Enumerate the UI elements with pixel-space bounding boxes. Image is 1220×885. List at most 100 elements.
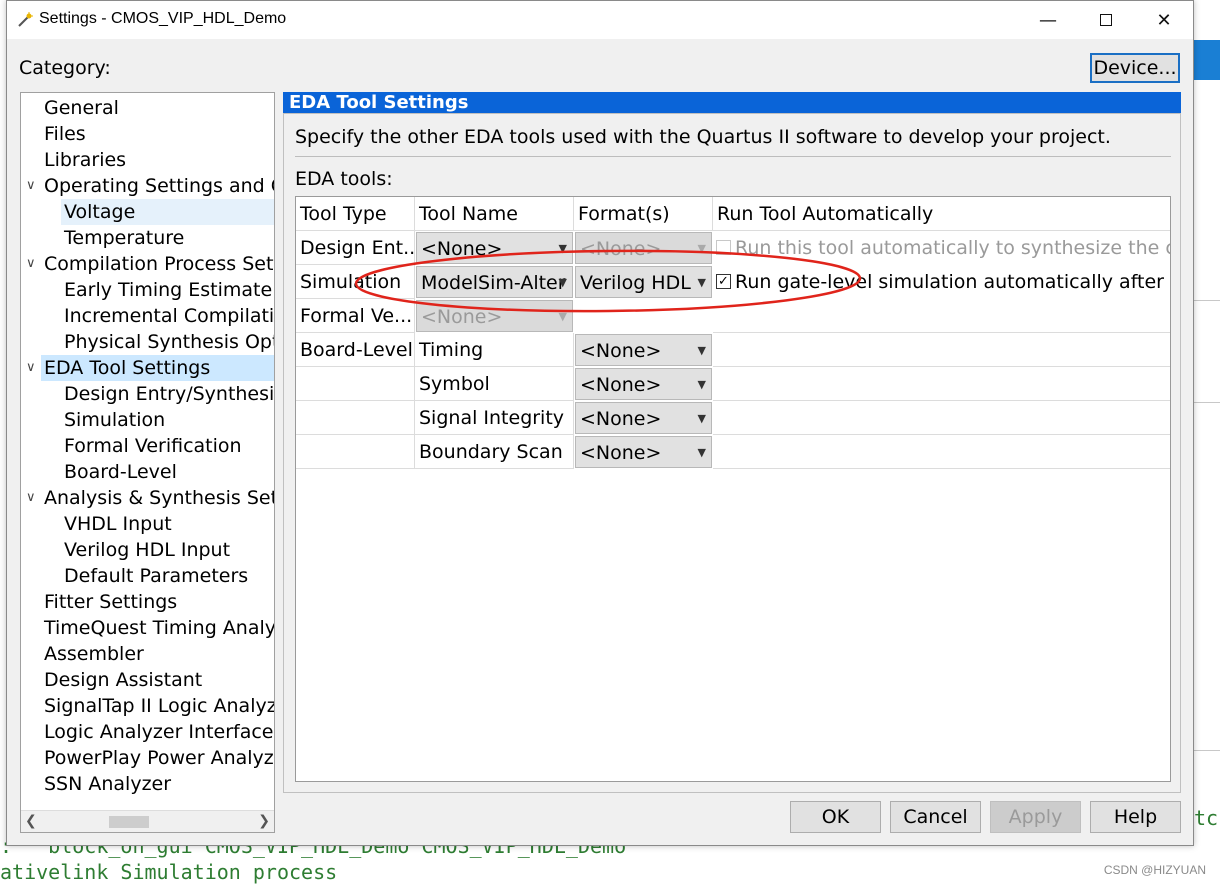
tree-item[interactable]: Temperature <box>61 225 274 251</box>
chevron-down-icon[interactable]: ∨ <box>26 491 38 504</box>
scroll-thumb[interactable] <box>109 816 149 828</box>
cancel-button[interactable]: Cancel <box>890 801 981 833</box>
design-entry-tool-value: <None> <box>421 238 503 260</box>
tree-item[interactable]: EDA Tool Settings <box>41 355 274 381</box>
settings-wand-icon <box>18 12 33 27</box>
tree-item-label: SSN Analyzer <box>44 773 172 795</box>
chevron-down-icon: ▼ <box>558 310 567 323</box>
design-entry-tool-select[interactable]: <None> ▼ <box>416 232 573 264</box>
simulation-tool-value: ModelSim-Alter <box>421 272 566 294</box>
chevron-down-icon[interactable]: ∨ <box>26 179 38 192</box>
board-boundary-scan-run-cell <box>713 435 1170 469</box>
column-header-run-tool: Run Tool Automatically <box>713 197 1170 231</box>
close-icon: ✕ <box>1156 9 1172 31</box>
maximize-button[interactable] <box>1077 1 1135 39</box>
board-symbol-run-cell <box>713 367 1170 401</box>
tree-item[interactable]: Files <box>41 121 274 147</box>
help-button[interactable]: Help <box>1090 801 1181 833</box>
chevron-down-icon: ▼ <box>697 242 706 255</box>
board-boundary-scan-format-select[interactable]: <None> ▼ <box>575 436 712 468</box>
tree-item-label: Design Assistant <box>44 669 203 691</box>
tree-item-label: PowerPlay Power Analyze <box>44 747 275 769</box>
tree-item[interactable]: Analysis & Synthesis Setti <box>41 485 274 511</box>
tree-item-label: Early Timing Estimate <box>64 279 273 301</box>
tree-item[interactable]: Verilog HDL Input <box>61 537 274 563</box>
tree-item-label: Logic Analyzer Interface <box>44 721 274 743</box>
tree-item-label: Incremental Compilatio <box>64 305 275 327</box>
tree-item[interactable]: VHDL Input <box>61 511 274 537</box>
close-button[interactable]: ✕ <box>1135 1 1193 39</box>
tree-item[interactable]: Simulation <box>61 407 274 433</box>
board-signal-integrity-format-select[interactable]: <None> ▼ <box>575 402 712 434</box>
board-signal-integrity-format-value: <None> <box>580 408 662 430</box>
check-icon: ✓ <box>718 274 729 289</box>
simulation-format-select[interactable]: Verilog HDL ▼ <box>575 266 712 298</box>
separator <box>295 156 1171 157</box>
chevron-down-icon: ▼ <box>558 242 567 255</box>
panel-header: EDA Tool Settings <box>283 92 1181 113</box>
console-line-edge: tc <box>1194 806 1219 830</box>
chevron-down-icon: ▼ <box>697 276 706 289</box>
tree-item-label: Design Entry/Synthesis <box>64 383 275 405</box>
tree-item[interactable]: General <box>41 95 274 121</box>
tree-item[interactable]: Early Timing Estimate <box>61 277 274 303</box>
tree-item[interactable]: Fitter Settings <box>41 589 274 615</box>
tree-item[interactable]: Default Parameters <box>61 563 274 589</box>
tree-item[interactable]: Formal Verification <box>61 433 274 459</box>
board-timing-format-value: <None> <box>580 340 662 362</box>
tree-item-label: Files <box>44 123 86 145</box>
tree-item[interactable]: Libraries <box>41 147 274 173</box>
category-tree[interactable]: ❮ ❯ General Files Libraries Operating Setti… <box>20 92 275 833</box>
tree-horizontal-scrollbar[interactable]: ❮ ❯ <box>21 810 274 832</box>
board-symbol-format-select[interactable]: <None> ▼ <box>575 368 712 400</box>
device-button[interactable]: Device... <box>1090 53 1180 83</box>
chevron-down-icon[interactable]: ∨ <box>26 257 38 270</box>
chevron-down-icon: ▼ <box>697 378 706 391</box>
row-board-level-type: Board-Level <box>296 333 415 367</box>
row-design-entry-type: Design Ent... <box>296 231 415 265</box>
tree-item[interactable]: Compilation Process Settin <box>41 251 274 277</box>
ok-button[interactable]: OK <box>790 801 881 833</box>
maximize-icon <box>1100 14 1112 26</box>
tree-item[interactable]: Design Entry/Synthesis <box>61 381 275 407</box>
tree-item-label: Simulation <box>64 409 166 431</box>
tree-item[interactable]: Assembler <box>41 641 274 667</box>
simulation-run-checkbox[interactable]: ✓ <box>716 274 731 289</box>
background-divider <box>1194 750 1220 751</box>
background-divider <box>1194 300 1220 301</box>
board-boundary-scan-format-value: <None> <box>580 442 662 464</box>
tree-item[interactable]: Design Assistant <box>41 667 274 693</box>
apply-button: Apply <box>990 801 1081 833</box>
background-accent-strip <box>1194 40 1220 80</box>
tree-item[interactable]: SignalTap II Logic Analyze <box>41 693 274 719</box>
board-timing-run-cell <box>713 333 1170 367</box>
background-divider <box>1194 402 1220 403</box>
board-timing-label: Timing <box>415 333 574 367</box>
tree-item[interactable]: Voltage <box>61 199 274 225</box>
window-title: Settings - CMOS_VIP_HDL_Demo <box>39 10 287 27</box>
tree-item[interactable]: Operating Settings and Co <box>41 173 274 199</box>
tree-item-label: Assembler <box>44 643 144 665</box>
scroll-left-icon[interactable]: ❮ <box>25 813 37 829</box>
row-board-level-spacer <box>296 367 415 401</box>
panel-description: Specify the other EDA tools used with th… <box>295 126 1111 148</box>
tree-item-label: Voltage <box>64 201 136 223</box>
tree-item[interactable]: SSN Analyzer <box>41 771 274 797</box>
board-boundary-scan-label: Boundary Scan <box>415 435 574 469</box>
tree-item-label: VHDL Input <box>64 513 172 535</box>
settings-dialog: Settings - CMOS_VIP_HDL_Demo — ✕ Categor… <box>6 0 1194 846</box>
tree-item[interactable]: Physical Synthesis Optin <box>61 329 274 355</box>
board-signal-integrity-label: Signal Integrity <box>415 401 574 435</box>
tree-item-label: Verilog HDL Input <box>64 539 231 561</box>
scroll-right-icon[interactable]: ❯ <box>258 813 270 829</box>
chevron-down-icon[interactable]: ∨ <box>26 361 38 374</box>
tree-item[interactable]: Incremental Compilatio <box>61 303 275 329</box>
row-simulation-type: Simulation <box>296 265 415 299</box>
board-timing-format-select[interactable]: <None> ▼ <box>575 334 712 366</box>
tree-item[interactable]: Logic Analyzer Interface <box>41 719 274 745</box>
tree-item[interactable]: PowerPlay Power Analyze <box>41 745 275 771</box>
tree-item[interactable]: Board-Level <box>61 459 274 485</box>
tree-item[interactable]: TimeQuest Timing Analyz <box>41 615 274 641</box>
simulation-tool-select[interactable]: ModelSim-Alter ▼ <box>416 266 573 298</box>
minimize-button[interactable]: — <box>1019 1 1077 39</box>
